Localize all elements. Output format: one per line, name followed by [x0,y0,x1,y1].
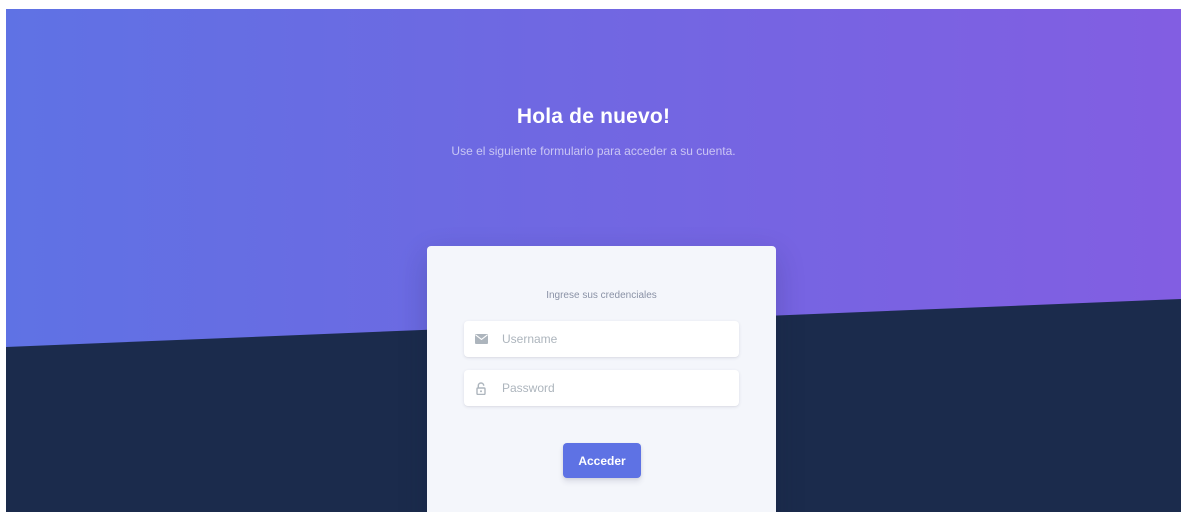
envelope-icon [473,331,489,347]
login-card: Ingrese sus credenciales Username Accede… [427,246,776,512]
hero-subtitle: Use el siguiente formulario para acceder… [451,144,736,158]
login-page-canvas: Hola de nuevo! Use el siguiente formular… [6,9,1181,512]
username-input-group[interactable] [464,321,739,357]
password-input[interactable] [502,370,739,406]
lock-icon [473,380,489,396]
password-input-group[interactable] [464,370,739,406]
username-input[interactable] [502,321,739,357]
card-heading: Ingrese sus credenciales [546,290,657,301]
submit-button[interactable]: Acceder [563,443,641,478]
page: Hola de nuevo! Use el siguiente formular… [0,0,1181,512]
hero-title: Hola de nuevo! [516,105,671,128]
